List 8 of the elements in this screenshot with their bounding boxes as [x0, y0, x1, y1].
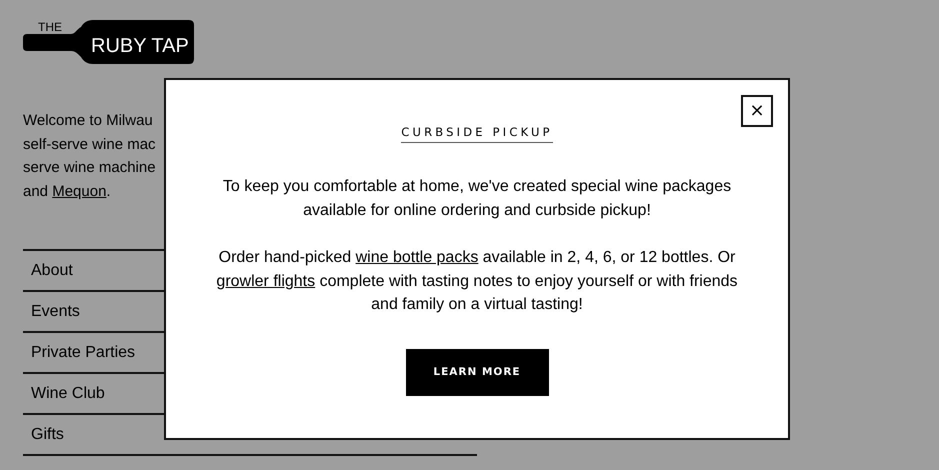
- modal-paragraph: To keep you comfortable at home, we've created special wine packages available for online ordering and curbside pickup!: [222, 177, 732, 220]
- close-button[interactable]: ×: [741, 95, 773, 127]
- modal-title[interactable]: CURBSIDE PICKUP: [401, 125, 553, 143]
- intro-text: Welcome to Milwau self-serve wine mac serve wine machine and Mequon.: [23, 111, 157, 202]
- modal-paragraph: Order hand-picked wine bottle packs available in 2, 4, 6, or 12 bottles. Or growler flights complete with tasting notes to enjoy yourself or with friends and family on a virtual tasting!: [215, 248, 739, 315]
- text-link[interactable]: wine bottle packs: [356, 249, 478, 266]
- text-link[interactable]: growler flights: [216, 272, 316, 290]
- learn-more-button[interactable]: LEARN MORE: [406, 348, 548, 396]
